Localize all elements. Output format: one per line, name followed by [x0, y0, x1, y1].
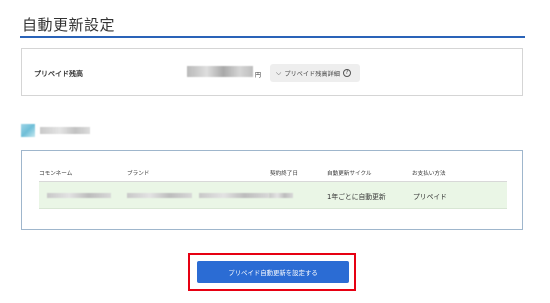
- section-heading-redacted: [40, 127, 90, 134]
- balance-card: プリペイド残高 円 ⌵ プリペイド残高詳細 ?: [21, 48, 523, 96]
- chevron-down-icon: ⌵: [276, 68, 282, 77]
- column-header-end-date: 契約終了日: [270, 171, 298, 177]
- balance-amount-redacted: [187, 66, 253, 77]
- table-row: 1年ごとに自動更新 プリペイド: [39, 182, 507, 209]
- balance-detail-label: プリペイド残高詳細: [284, 70, 340, 78]
- payment-method-cell: プリペイド: [413, 193, 447, 201]
- section-icon-redacted: [21, 124, 35, 137]
- common-name-redacted: [47, 193, 111, 198]
- brand-redacted-2: [199, 193, 269, 198]
- balance-detail-button[interactable]: ⌵ プリペイド残高詳細 ?: [270, 64, 360, 82]
- help-circle-icon[interactable]: ?: [343, 69, 351, 77]
- column-header-brand: ブランド: [127, 171, 150, 177]
- balance-label: プリペイド残高: [34, 70, 83, 78]
- page-title: 自動更新設定: [22, 16, 116, 34]
- certificate-table: コモンネーム ブランド 契約終了日 自動更新サイクル お支払い方法 1年ごとに自…: [21, 150, 523, 230]
- column-header-payment-method: お支払い方法: [412, 171, 446, 177]
- column-header-common-name: コモンネーム: [39, 171, 73, 177]
- renewal-cycle-cell: 1年ごとに自動更新: [327, 193, 386, 201]
- enable-prepaid-auto-renew-button[interactable]: プリペイド自動更新を設定する: [197, 261, 349, 283]
- currency-unit: 円: [255, 72, 262, 79]
- column-header-renewal-cycle: 自動更新サイクル: [327, 171, 372, 177]
- title-divider: [20, 36, 525, 38]
- end-date-redacted: [269, 193, 293, 198]
- brand-redacted: [127, 193, 192, 198]
